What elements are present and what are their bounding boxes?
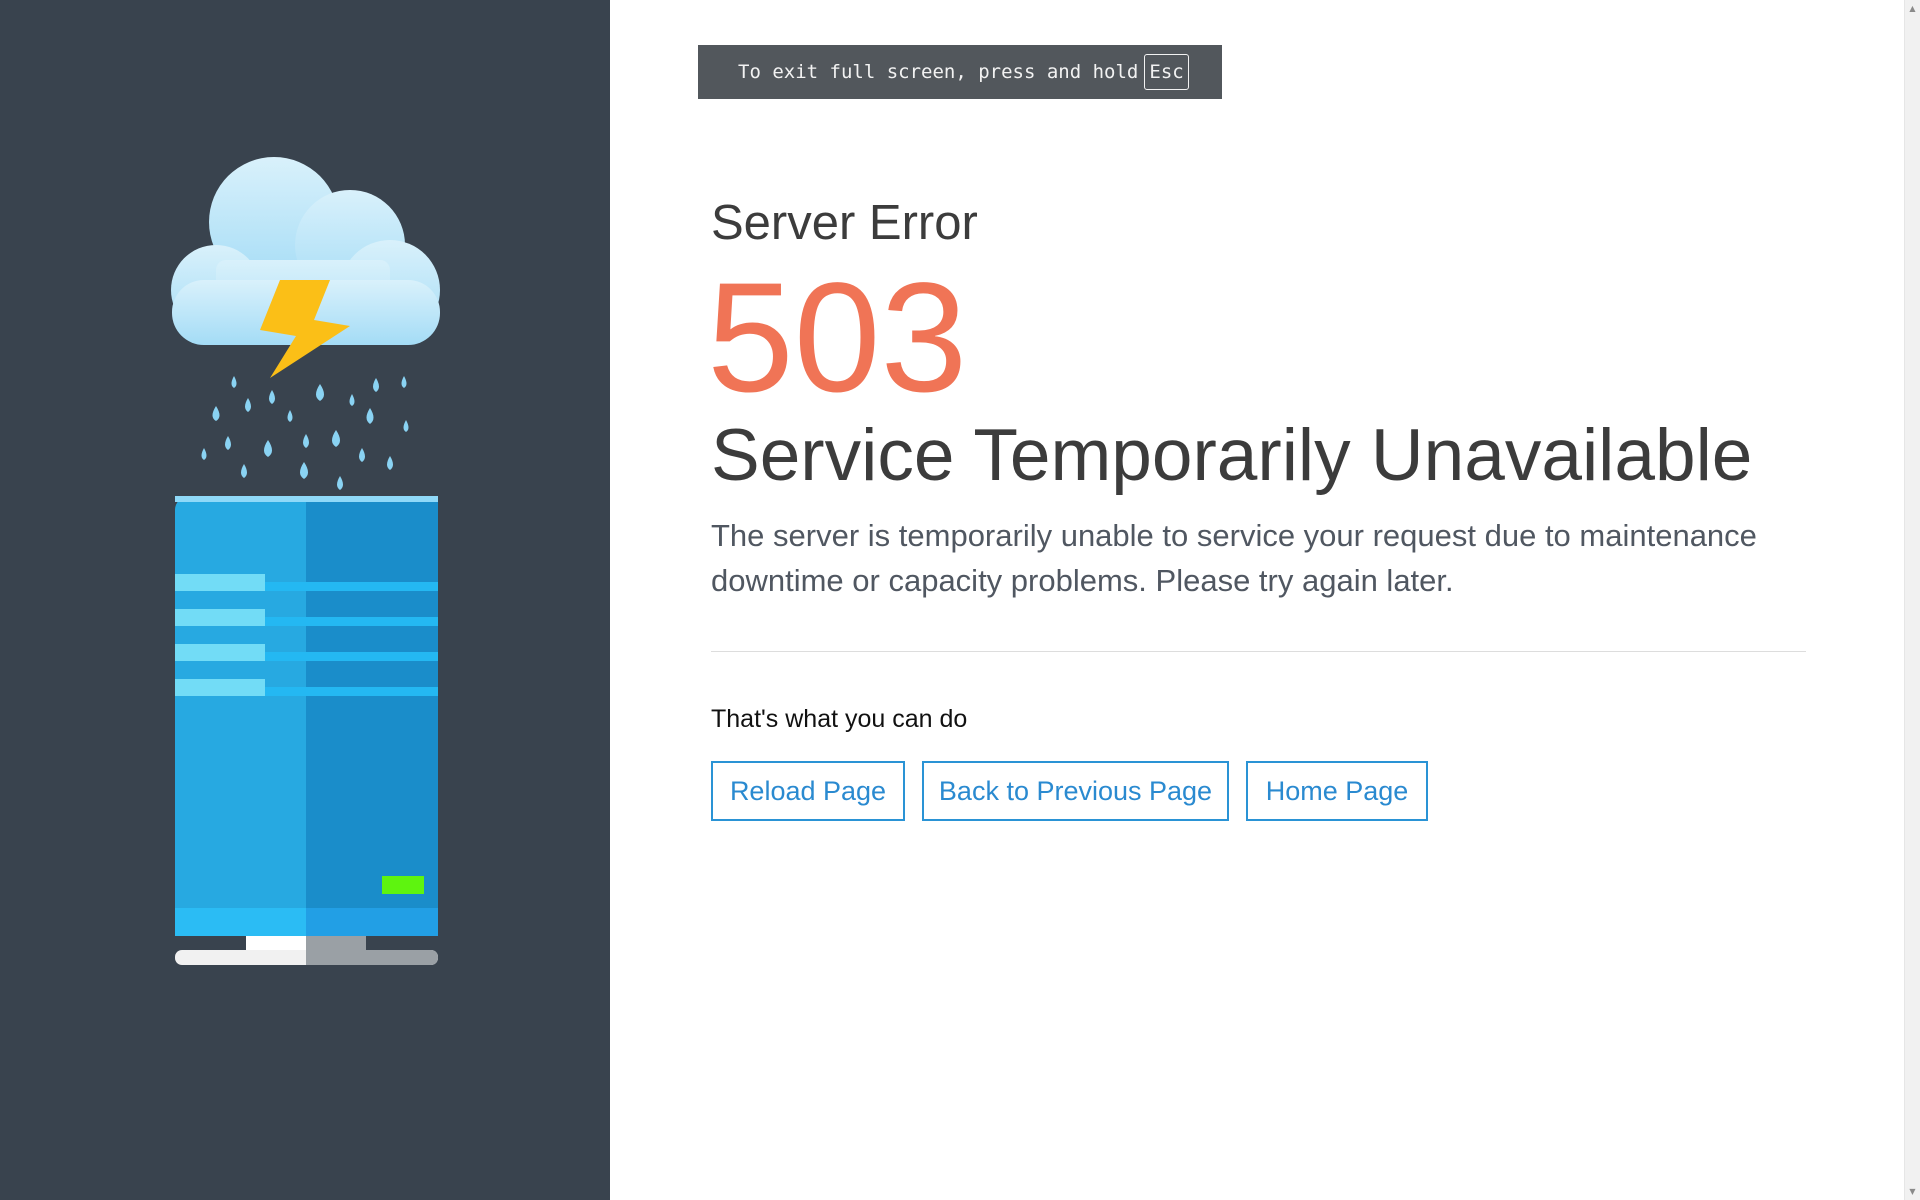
error-code: 503 xyxy=(707,251,968,425)
actions-heading: That's what you can do xyxy=(711,705,968,733)
error-page: To exit full screen, press and hold Esc … xyxy=(0,0,1920,1200)
error-label: Server Error xyxy=(711,196,978,250)
fullscreen-exit-notice: To exit full screen, press and hold Esc xyxy=(698,45,1222,99)
left-illustration-panel xyxy=(0,0,610,1200)
scroll-up-arrow-icon[interactable]: ▲ xyxy=(1905,0,1920,17)
scroll-down-arrow-icon[interactable]: ▼ xyxy=(1905,1183,1920,1200)
esc-key-badge: Esc xyxy=(1144,54,1189,90)
divider xyxy=(711,651,1806,652)
home-page-button[interactable]: Home Page xyxy=(1246,761,1428,821)
server-icon xyxy=(175,496,438,965)
fullscreen-notice-text: To exit full screen, press and hold xyxy=(738,61,1139,83)
raindrops-icon xyxy=(201,376,409,490)
error-title: Service Temporarily Unavailable xyxy=(711,415,1753,496)
back-to-previous-page-button[interactable]: Back to Previous Page xyxy=(922,761,1229,821)
reload-page-button[interactable]: Reload Page xyxy=(711,761,905,821)
error-description: The server is temporarily unable to serv… xyxy=(711,518,1757,598)
server-storm-illustration xyxy=(171,157,440,965)
vertical-scrollbar[interactable]: ▲ ▼ xyxy=(1904,0,1920,1200)
